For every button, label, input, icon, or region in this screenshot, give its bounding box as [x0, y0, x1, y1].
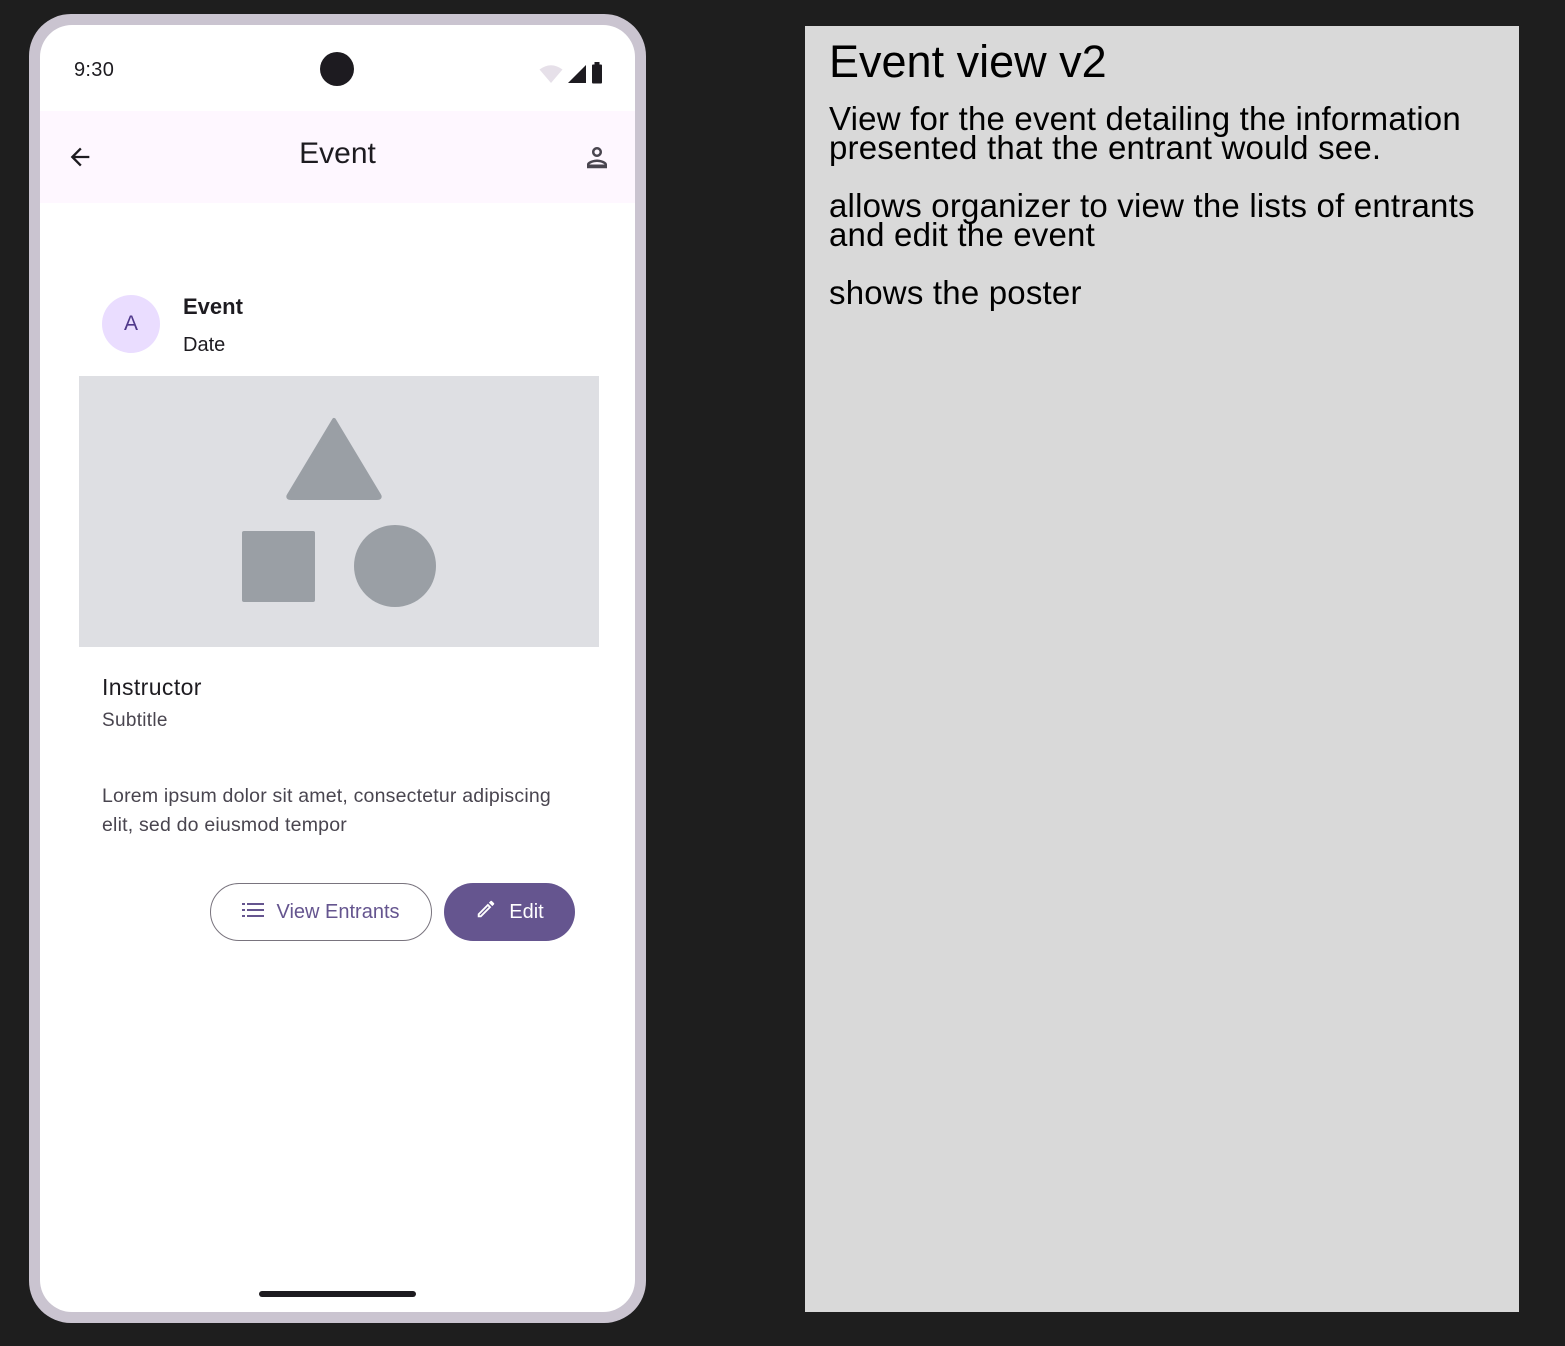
card-header-title: Event: [183, 294, 243, 319]
edit-label: Edit: [509, 900, 544, 923]
instructor-headline: Instructor: [102, 674, 202, 700]
note-paragraph: shows the poster: [829, 274, 1082, 311]
status-time: 9:30: [74, 59, 115, 81]
top-app-bar: Event: [40, 111, 635, 203]
card-header-subtitle: Date: [183, 334, 226, 356]
pencil-icon: [475, 898, 497, 926]
avatar: A: [102, 295, 160, 353]
wifi-icon: [539, 64, 563, 89]
gesture-handle: [259, 1291, 416, 1297]
person-outline-icon: [582, 142, 612, 177]
status-icons: [539, 62, 603, 89]
triangle-shape: [286, 418, 382, 500]
status-bar: 9:30: [40, 25, 635, 111]
camera-cutout: [320, 52, 354, 86]
view-entrants-label: View Entrants: [276, 900, 400, 923]
phone-screen: 9:30 Event A Event Date Instructor Subti…: [40, 25, 635, 1312]
edit-button[interactable]: Edit: [444, 883, 575, 941]
circle-shape: [354, 525, 436, 607]
phone-frame: 9:30 Event A Event Date Instructor Subti…: [29, 14, 646, 1323]
description-note: Event view v2 View for the event detaili…: [805, 26, 1519, 1312]
view-entrants-button[interactable]: View Entrants: [210, 883, 432, 941]
instructor-subtitle: Subtitle: [102, 710, 168, 731]
note-paragraph: allows organizer to view the lists of en…: [829, 187, 1475, 253]
note-paragraph: View for the event detailing the informa…: [829, 100, 1461, 166]
square-shape: [242, 531, 315, 602]
battery-icon: [591, 62, 603, 89]
note-title: Event view v2: [829, 36, 1107, 87]
signal-icon: [567, 64, 587, 89]
account-button[interactable]: [579, 141, 615, 177]
event-poster-media: [79, 376, 599, 647]
list-icon: [242, 901, 265, 924]
supporting-text: Lorem ipsum dolor sit amet, consectetur …: [102, 785, 551, 836]
app-bar-title: Event: [299, 137, 376, 170]
